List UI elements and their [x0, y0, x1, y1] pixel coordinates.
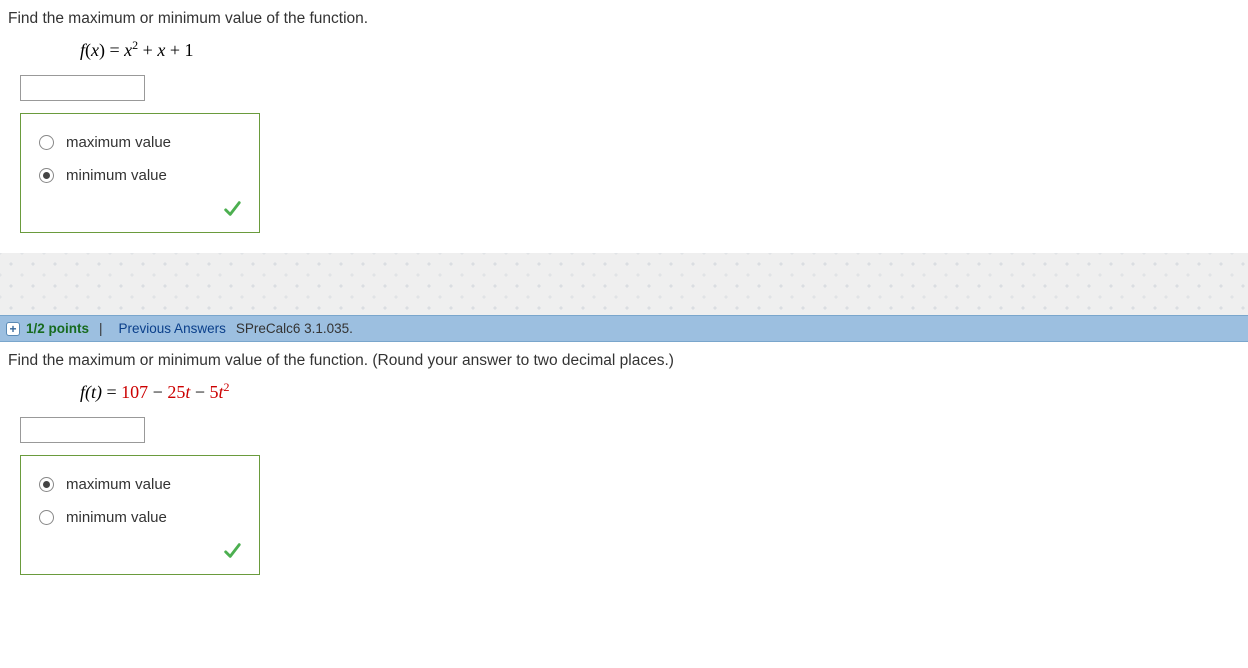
radio-icon[interactable]: [39, 135, 54, 150]
question-header: + 1/2 points | Previous Answers SPreCalc…: [0, 315, 1248, 342]
question-formula: f(x) = x2 + x + 1: [80, 38, 1240, 61]
formula-minus2: −: [190, 382, 209, 402]
formula-exp: 2: [224, 380, 230, 394]
question-block-2: Find the maximum or minimum value of the…: [0, 342, 1248, 595]
formula-eq: =: [102, 382, 121, 402]
answer-value-input[interactable]: [20, 417, 145, 443]
question-prompt: Find the maximum or minimum value of the…: [8, 10, 1240, 28]
correct-check-icon: [223, 547, 241, 564]
choice-label: minimum value: [66, 509, 167, 526]
choice-label: maximum value: [66, 134, 171, 151]
formula-coef1: 25: [167, 382, 185, 402]
question-block-1: Find the maximum or minimum value of the…: [0, 0, 1248, 253]
choice-label: minimum value: [66, 167, 167, 184]
formula-minus: −: [148, 382, 167, 402]
previous-answers-link[interactable]: Previous Answers: [119, 321, 226, 336]
choice-minimum[interactable]: minimum value: [39, 167, 245, 184]
answer-value-input[interactable]: [20, 75, 145, 101]
question-prompt: Find the maximum or minimum value of the…: [8, 352, 1240, 370]
radio-icon[interactable]: [39, 477, 54, 492]
choice-box: maximum value minimum value: [20, 113, 260, 233]
choice-maximum[interactable]: maximum value: [39, 134, 245, 151]
section-divider: [0, 253, 1248, 315]
formula-const: 107: [121, 382, 148, 402]
correct-check-icon: [223, 205, 241, 222]
points-label: 1/2 points: [26, 321, 89, 336]
choice-box: maximum value minimum value: [20, 455, 260, 575]
radio-icon[interactable]: [39, 168, 54, 183]
radio-icon[interactable]: [39, 510, 54, 525]
choice-minimum[interactable]: minimum value: [39, 509, 245, 526]
question-reference: SPreCalc6 3.1.035.: [236, 321, 353, 336]
separator: |: [99, 321, 103, 336]
formula-lhs: f(t): [80, 382, 102, 402]
expand-button[interactable]: +: [6, 322, 20, 336]
question-formula: f(t) = 107 − 25t − 5t2: [80, 380, 1240, 403]
choice-label: maximum value: [66, 476, 171, 493]
choice-maximum[interactable]: maximum value: [39, 476, 245, 493]
